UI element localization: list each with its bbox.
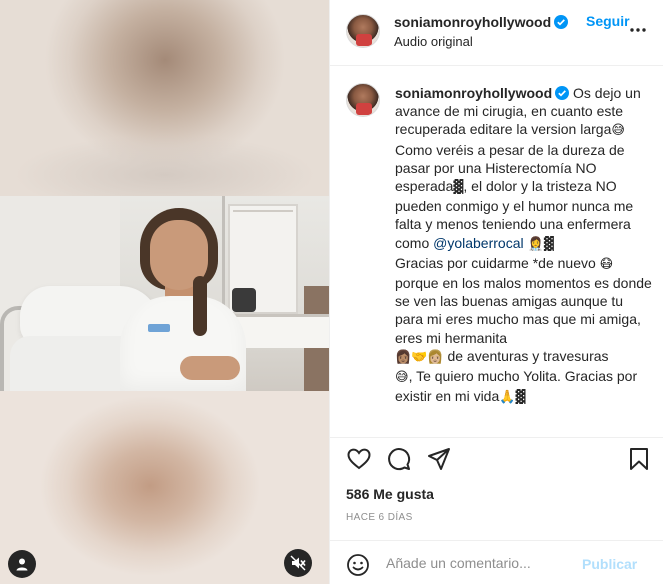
comment-icon[interactable] bbox=[386, 446, 412, 472]
add-comment-bar: Publicar bbox=[330, 540, 663, 584]
window-rail bbox=[233, 210, 293, 212]
emoji-icon[interactable] bbox=[346, 553, 370, 577]
emoji: 👩🏽🤝👩🏼 bbox=[395, 349, 444, 365]
header-username[interactable]: soniamonroyhollywood bbox=[394, 14, 569, 30]
gown-logo bbox=[148, 324, 170, 332]
caption-text: soniamonroyhollywood Os dejo un avance d… bbox=[395, 84, 653, 407]
verified-icon bbox=[555, 86, 570, 100]
comment-input[interactable] bbox=[386, 553, 586, 573]
post-header: soniamonroyhollywood Seguir Audio origin… bbox=[330, 0, 663, 66]
caption-part: de aventuras y travesuras bbox=[443, 347, 609, 364]
avatar[interactable] bbox=[346, 14, 380, 48]
video-frame[interactable] bbox=[0, 196, 329, 391]
audio-link[interactable]: Audio original bbox=[394, 34, 473, 49]
verified-icon bbox=[554, 15, 569, 29]
username-text[interactable]: soniamonroyhollywood bbox=[394, 14, 551, 30]
mention-link[interactable]: @yolaberrocal bbox=[433, 235, 523, 251]
action-bar bbox=[330, 437, 663, 477]
caption-part: Gracias por cuidarme *de nuevo bbox=[395, 254, 600, 271]
comments-area[interactable]: soniamonroyhollywood Os dejo un avance d… bbox=[330, 67, 663, 437]
bedside-table bbox=[232, 314, 329, 348]
heart-icon[interactable] bbox=[346, 446, 372, 472]
emoji: ▓ bbox=[453, 180, 464, 196]
mute-icon bbox=[290, 555, 306, 571]
post-media[interactable] bbox=[0, 0, 329, 584]
blurred-background-top bbox=[0, 0, 329, 196]
bookmark-icon[interactable] bbox=[626, 446, 652, 472]
blurred-background-bottom bbox=[0, 391, 329, 584]
user-icon bbox=[16, 558, 28, 571]
tagged-user-button[interactable] bbox=[8, 550, 36, 578]
emoji: 😅 bbox=[395, 370, 409, 386]
emoji: 👩‍⚕️▓ bbox=[523, 236, 554, 252]
emoji: 🙏▓ bbox=[499, 390, 526, 406]
post-sidebar: soniamonroyhollywood Seguir Audio origin… bbox=[329, 0, 663, 584]
emoji: 😷 bbox=[599, 256, 614, 272]
caption-avatar[interactable] bbox=[346, 83, 380, 117]
person-hands bbox=[180, 356, 240, 380]
follow-button[interactable]: Seguir bbox=[586, 13, 630, 29]
post-timestamp[interactable]: HACE 6 DÍAS bbox=[346, 512, 413, 523]
iv-pole bbox=[222, 196, 225, 306]
medical-device bbox=[232, 288, 256, 312]
more-icon[interactable] bbox=[628, 20, 648, 40]
caption-username[interactable]: soniamonroyhollywood bbox=[395, 85, 552, 101]
mute-button[interactable] bbox=[284, 549, 312, 577]
share-icon[interactable] bbox=[426, 446, 452, 472]
person-braid bbox=[193, 276, 207, 336]
caption-part: porque en los malos momentos es donde se… bbox=[395, 275, 652, 346]
emoji: 😅 bbox=[611, 123, 625, 139]
likes-count[interactable]: 586 Me gusta bbox=[346, 486, 434, 502]
publish-button[interactable]: Publicar bbox=[582, 556, 637, 572]
